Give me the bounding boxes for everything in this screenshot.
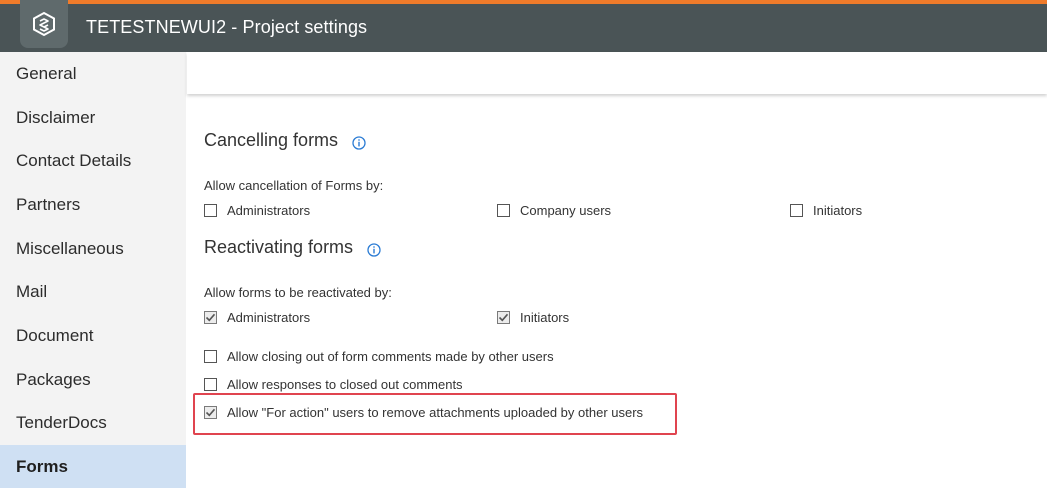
cancel-initiators-checkbox[interactable]: Initiators [790,203,862,218]
reactivate-administrators-checkbox[interactable]: Administrators [204,310,310,325]
sidebar-item-miscellaneous[interactable]: Miscellaneous [0,227,186,271]
checkbox-label: Allow responses to closed out comments [227,377,463,392]
sidebar: General Disclaimer Contact Details Partn… [0,52,186,488]
sidebar-item-packages[interactable]: Packages [0,358,186,402]
toolbar-strip [187,52,1047,94]
reactivation-label: Allow forms to be reactivated by: [204,285,392,300]
responses-closed-comments-checkbox[interactable]: Allow responses to closed out comments [204,377,463,392]
sidebar-item-general[interactable]: General [0,52,186,96]
checkbox-label: Initiators [520,310,570,325]
checkbox-label: Company users [520,203,612,218]
cancellation-label: Allow cancellation of Forms by: [204,178,384,193]
check-icon [205,313,216,322]
checkbox-box[interactable] [204,311,217,324]
checkbox-box[interactable] [204,350,217,363]
checkbox-box[interactable] [497,204,510,217]
cancel-administrators-checkbox[interactable]: Administrators [204,203,310,218]
sidebar-item-partners[interactable]: Partners [0,183,186,227]
check-icon [205,408,216,417]
sidebar-item-forms[interactable]: Forms [0,445,186,488]
info-icon[interactable] [352,134,366,150]
cancelling-forms-heading: Cancelling forms [204,130,366,151]
reactivate-initiators-checkbox[interactable]: Initiators [497,310,569,325]
sidebar-item-mail[interactable]: Mail [0,270,186,314]
checkbox-label: Initiators [813,203,863,218]
page-title: TETESTNEWUI2 - Project settings [86,17,368,37]
info-icon[interactable] [367,241,381,257]
logo-icon[interactable] [20,0,68,48]
checkbox-box[interactable] [204,378,217,391]
checkbox-label: Administrators [227,310,311,325]
cancelling-forms-title: Cancelling forms [204,130,339,150]
checkbox-label: Administrators [227,203,311,218]
check-icon [498,313,509,322]
settings-panel: Cancelling forms Allow cancellation of F… [187,52,1047,488]
checkbox-box[interactable] [204,406,217,419]
top-bar: TETESTNEWUI2 - Project settings [0,0,1047,52]
sidebar-item-disclaimer[interactable]: Disclaimer [0,96,186,140]
cancel-company-users-checkbox[interactable]: Company users [497,203,611,218]
reactivating-forms-heading: Reactivating forms [204,237,381,258]
sidebar-item-document[interactable]: Document [0,314,186,358]
sidebar-item-tenderdocs[interactable]: TenderDocs [0,402,186,446]
remove-attachments-checkbox[interactable]: Allow "For action" users to remove attac… [204,405,643,420]
checkbox-box[interactable] [497,311,510,324]
checkbox-label: Allow "For action" users to remove attac… [227,405,644,420]
reactivating-forms-title: Reactivating forms [204,237,354,257]
closing-comments-checkbox[interactable]: Allow closing out of form comments made … [204,349,554,364]
checkbox-box[interactable] [204,204,217,217]
checkbox-box[interactable] [790,204,803,217]
sidebar-item-contact-details[interactable]: Contact Details [0,139,186,183]
checkbox-label: Allow closing out of form comments made … [227,349,554,364]
